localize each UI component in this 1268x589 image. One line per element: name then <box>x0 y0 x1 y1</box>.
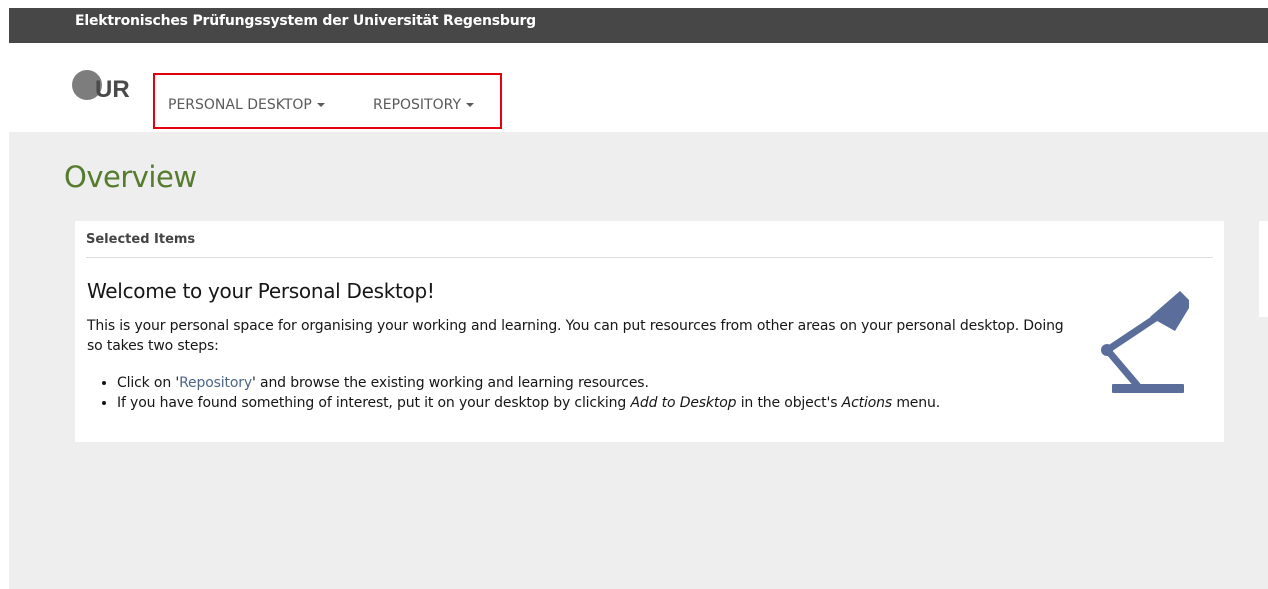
main-navigation: PERSONAL DESKTOP REPOSITORY <box>153 73 502 129</box>
nav-repository-label: REPOSITORY <box>373 97 462 113</box>
site-title: Elektronisches Prüfungssystem der Univer… <box>75 13 536 29</box>
main-header: UR PERSONAL DESKTOP REPOSITORY <box>9 43 1268 132</box>
app-window: Elektronisches Prüfungssystem der Univer… <box>9 8 1268 589</box>
side-panel-edge <box>1259 221 1268 317</box>
step2-suffix: menu. <box>892 395 941 411</box>
add-to-desktop-text: Add to Desktop <box>630 395 737 411</box>
university-logo-icon[interactable]: UR <box>72 69 136 101</box>
page-title: Overview <box>64 160 197 194</box>
list-item: If you have found something of interest,… <box>117 393 1117 413</box>
caret-down-icon <box>316 103 325 107</box>
actions-text: Actions <box>841 395 893 411</box>
desk-lamp-icon <box>1101 291 1189 393</box>
selected-items-panel: Selected Items Welcome to your Personal … <box>75 221 1224 442</box>
nav-personal-desktop-label: PERSONAL DESKTOP <box>168 97 312 113</box>
caret-down-icon <box>466 103 475 107</box>
list-item: Click on 'Repository' and browse the exi… <box>117 373 1117 393</box>
nav-repository[interactable]: REPOSITORY <box>373 97 475 113</box>
panel-header: Selected Items <box>86 232 1213 258</box>
nav-personal-desktop[interactable]: PERSONAL DESKTOP <box>168 97 325 113</box>
steps-list: Click on 'Repository' and browse the exi… <box>117 373 1117 413</box>
step1-prefix: Click on ' <box>117 375 180 391</box>
repository-link[interactable]: Repository <box>179 375 252 391</box>
logo-text: UR <box>95 76 130 101</box>
main-content: Overview Selected Items Welcome to your … <box>9 132 1268 589</box>
step2-prefix: If you have found something of interest,… <box>117 395 631 411</box>
welcome-heading: Welcome to your Personal Desktop! <box>87 279 435 303</box>
welcome-description: This is your personal space for organisi… <box>87 318 1064 354</box>
step2-middle: in the object's <box>736 395 842 411</box>
top-bar: Elektronisches Prüfungssystem der Univer… <box>9 8 1268 43</box>
step1-suffix: ' and browse the existing working and le… <box>252 375 649 391</box>
